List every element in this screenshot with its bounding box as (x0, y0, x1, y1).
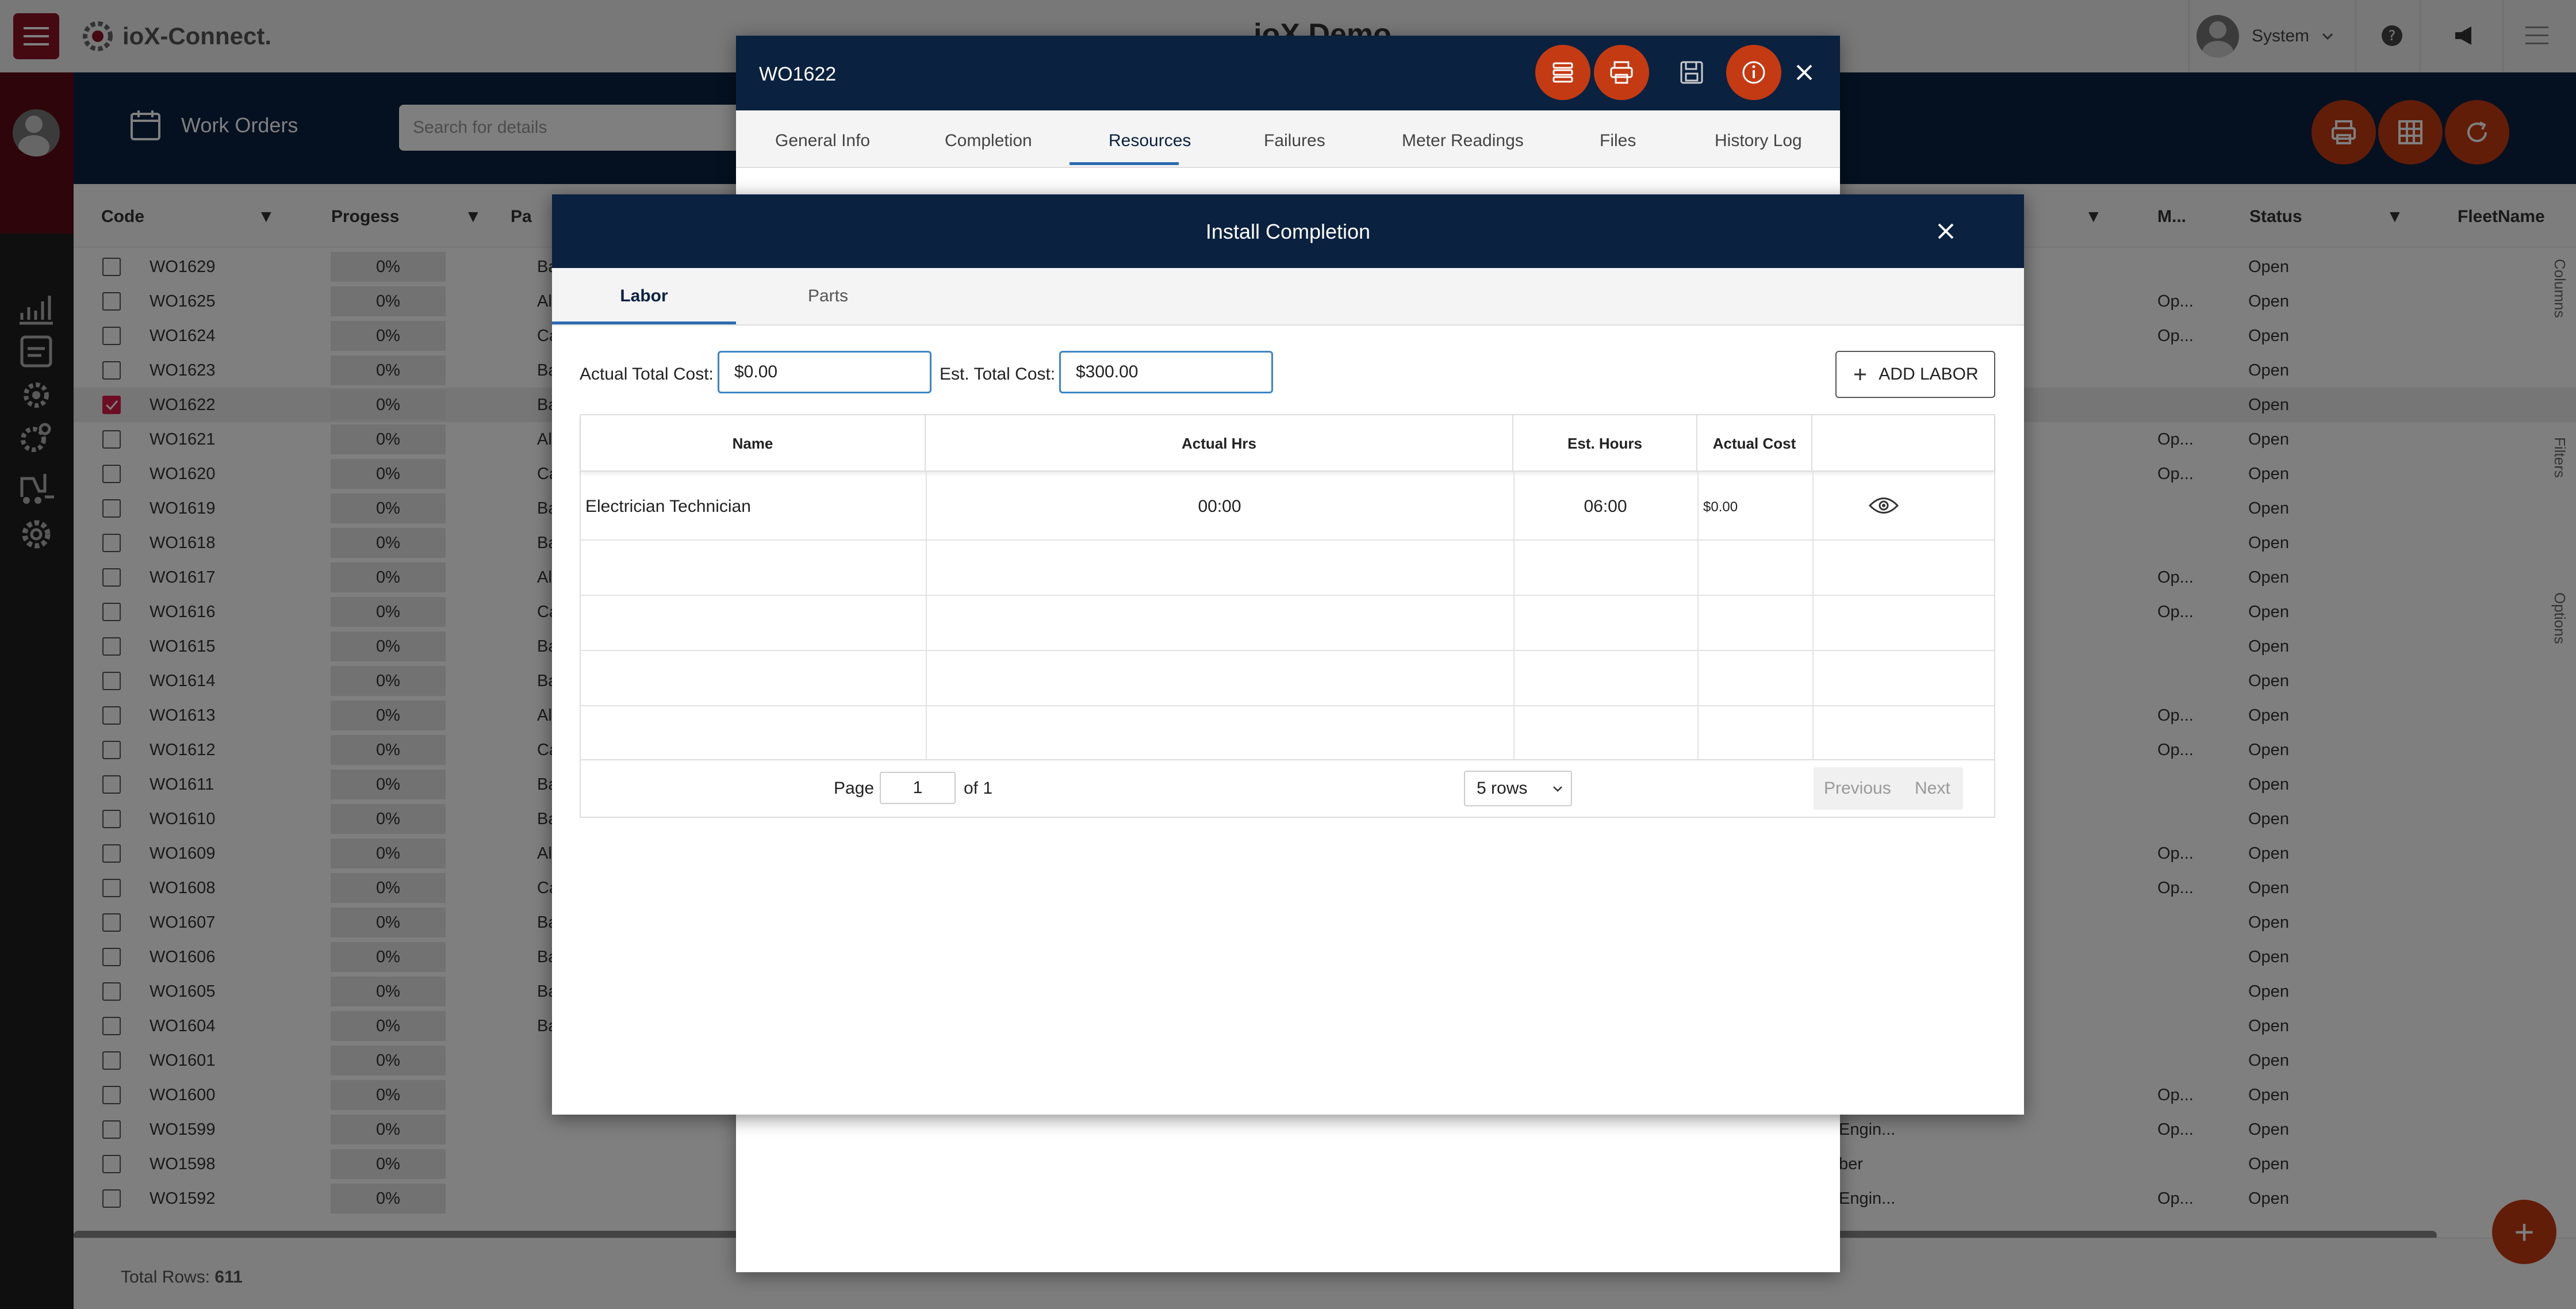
est-total-cost-input[interactable]: $300.00 (1059, 351, 1273, 393)
table-row-empty (581, 596, 1994, 651)
tab-history-log[interactable]: History Log (1715, 131, 1802, 151)
printer-icon (1610, 61, 1633, 84)
prev-next-group: Previous Next (1814, 767, 1963, 810)
column-header-est-hours[interactable]: Est. Hours (1513, 415, 1697, 472)
tab-meter-readings[interactable]: Meter Readings (1402, 131, 1524, 151)
tab-general-info[interactable]: General Info (775, 131, 870, 151)
install-completion-title: Install Completion (1205, 220, 1371, 243)
actual-total-cost-label: Actual Total Cost: (580, 365, 714, 384)
info-icon (1742, 61, 1765, 84)
labor-est-hours: 06:00 (1584, 497, 1627, 516)
next-button[interactable]: Next (1915, 779, 1950, 798)
list-icon (1552, 62, 1573, 83)
column-header-actual-hrs[interactable]: Actual Hrs (926, 415, 1513, 472)
work-order-dialog-header: WO1622 (736, 36, 1840, 110)
labor-table: Name Actual Hrs Est. Hours Actual Cost E… (580, 414, 1995, 818)
table-row-empty (581, 651, 1994, 706)
tab-files[interactable]: Files (1600, 131, 1636, 151)
tab-failures[interactable]: Failures (1264, 131, 1325, 151)
column-header-actual-cost[interactable]: Actual Cost (1697, 415, 1812, 472)
add-labor-label: ADD LABOR (1879, 365, 1979, 384)
page-count: of 1 (964, 779, 993, 798)
completion-tabs: Labor Parts (552, 268, 2024, 326)
close-icon[interactable] (1933, 219, 1958, 244)
info-button[interactable] (1726, 45, 1781, 100)
close-icon[interactable] (1794, 62, 1815, 83)
work-order-dialog-title: WO1622 (759, 63, 837, 85)
work-order-tabs: General Info Completion Resources Failur… (736, 110, 1840, 168)
save-icon[interactable] (1679, 60, 1704, 85)
page-label: Page (834, 779, 875, 798)
rows-per-page-select[interactable]: 5 rows (1464, 771, 1572, 806)
column-header-name[interactable]: Name (581, 415, 926, 472)
table-row[interactable]: Electrician Technician 00:00 06:00 $0.00 (581, 472, 1994, 541)
pagination: Page 1 of 1 5 rows Previous Next (581, 759, 1994, 817)
rows-per-page-value: 5 rows (1477, 779, 1528, 798)
list-view-button[interactable] (1535, 45, 1590, 100)
tab-completion[interactable]: Completion (945, 131, 1032, 151)
print-work-order-button[interactable] (1594, 45, 1649, 100)
tab-resources[interactable]: Resources (1109, 131, 1191, 151)
page-number-input[interactable]: 1 (880, 772, 956, 804)
tab-parts[interactable]: Parts (736, 268, 920, 324)
labor-actual-hrs: 00:00 (1198, 497, 1241, 516)
install-completion-header: Install Completion (552, 194, 2024, 268)
labor-table-header: Name Actual Hrs Est. Hours Actual Cost (581, 415, 1994, 472)
chevron-down-icon (1553, 786, 1562, 792)
labor-name: Electrician Technician (585, 497, 751, 516)
plus-icon (1854, 369, 1866, 380)
tab-labor[interactable]: Labor (552, 268, 736, 324)
labor-actual-cost: $0.00 (1703, 499, 1738, 515)
table-row-empty (581, 706, 1994, 759)
table-row-empty (581, 541, 1994, 596)
active-tab-indicator (1070, 162, 1179, 165)
est-total-cost-label: Est. Total Cost: (940, 365, 1056, 384)
add-labor-button[interactable]: ADD LABOR (1835, 351, 1995, 398)
install-completion-dialog: Install Completion Labor Parts Actual To… (552, 194, 2024, 1115)
previous-button[interactable]: Previous (1824, 779, 1891, 798)
view-eye-icon[interactable] (1869, 496, 1899, 515)
actual-total-cost-input[interactable]: $0.00 (718, 351, 931, 393)
